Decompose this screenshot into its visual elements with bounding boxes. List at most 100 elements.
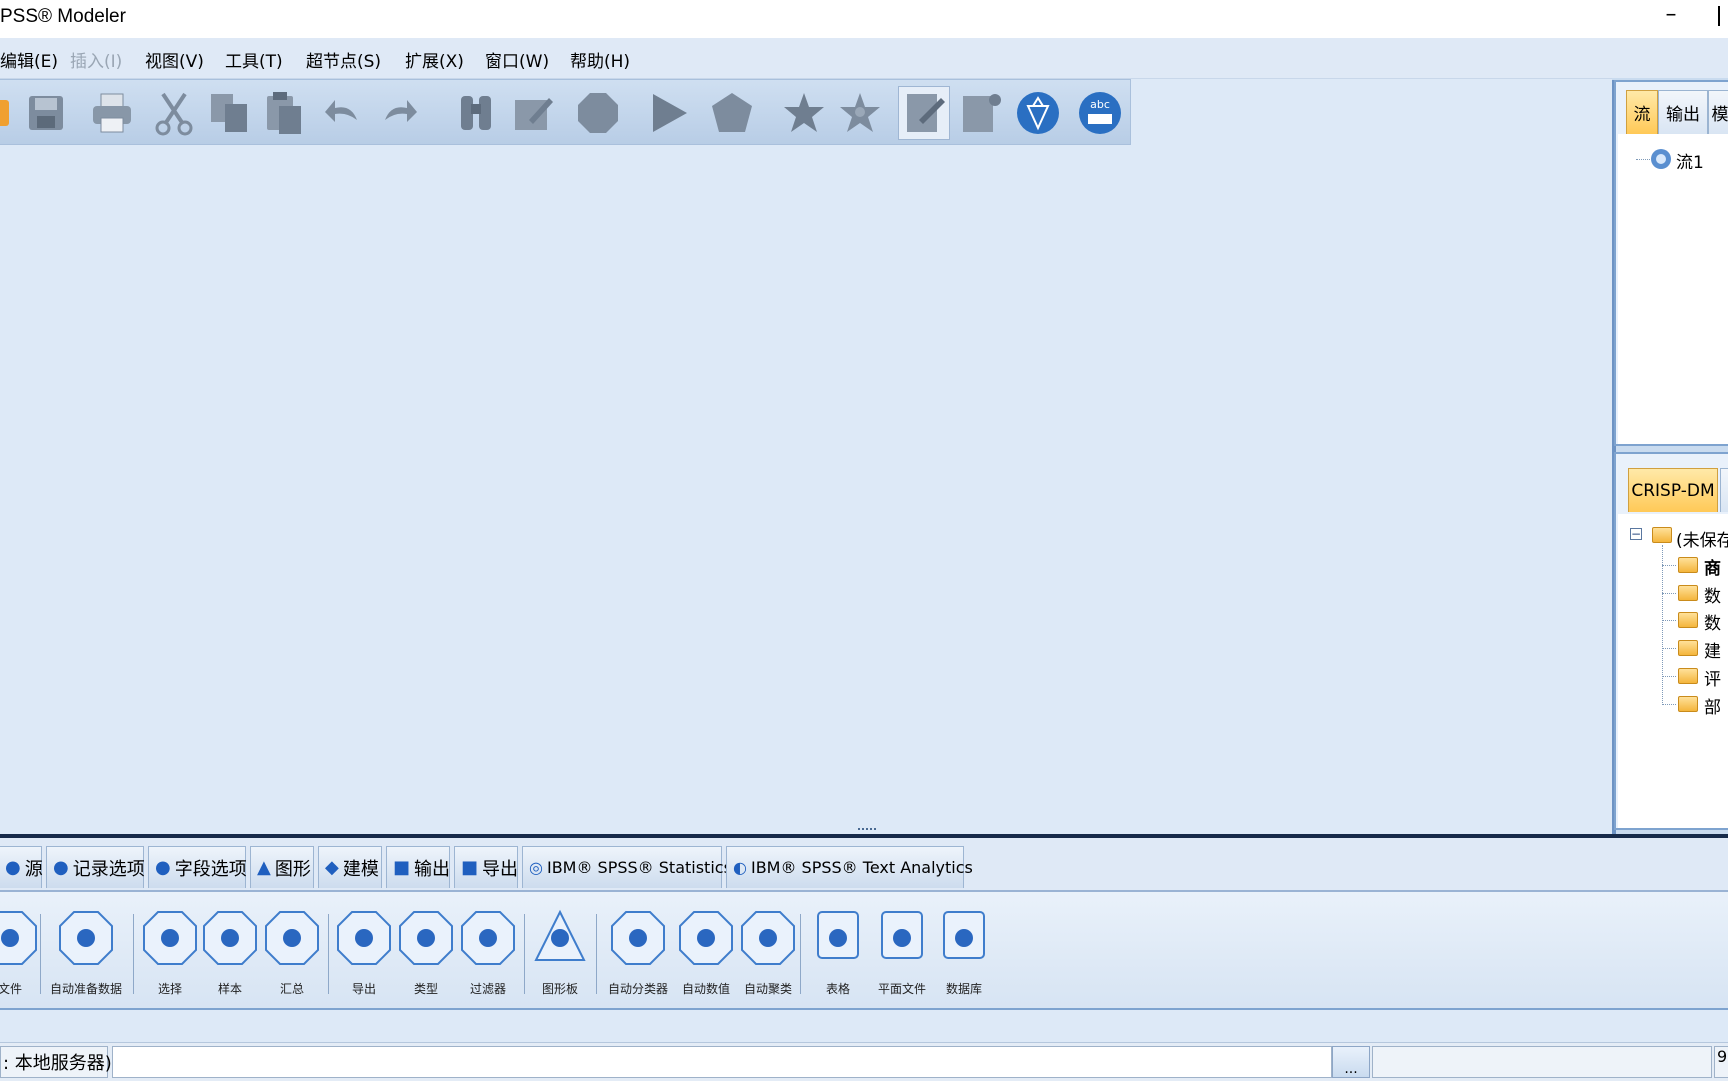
palette-node-label: 平面文件	[877, 982, 927, 996]
minimize-button[interactable]: –	[1656, 2, 1686, 27]
tab-streams[interactable]: 流	[1626, 90, 1658, 134]
main-toolbar: abc	[0, 79, 1131, 145]
project-root[interactable]: (未保存	[1676, 526, 1728, 551]
window-title: PSS® Modeler	[0, 6, 126, 27]
find-button[interactable]	[450, 86, 502, 140]
run-icon	[653, 94, 687, 132]
palette-node-8[interactable]	[458, 908, 518, 968]
folder-modeling[interactable]: 建	[1704, 637, 1721, 662]
palette-node-2[interactable]	[56, 908, 116, 968]
palette-node-6[interactable]	[334, 908, 394, 968]
tab-graphs[interactable]: ▲ 图形	[250, 846, 314, 888]
collapse-toggle[interactable]: −	[1630, 528, 1642, 540]
new-comment-button[interactable]	[954, 86, 1006, 140]
annotation-icon	[907, 94, 945, 132]
undo-button[interactable]	[318, 86, 370, 140]
save-icon	[29, 96, 63, 130]
database-icon	[943, 911, 985, 959]
menu-insert[interactable]: 插入(I)	[70, 47, 122, 72]
find-icon	[461, 96, 491, 130]
server-status[interactable]: : 本地服务器)	[0, 1046, 112, 1078]
memory-indicator: 9	[1714, 1046, 1728, 1078]
palette-node-label: 自动数值	[681, 982, 731, 996]
tab-field-ops[interactable]: ● 字段选项	[148, 846, 247, 888]
stream-canvas[interactable]	[0, 145, 1612, 830]
stream-item[interactable]: 流1	[1676, 148, 1704, 173]
palette-node-label: 数据库	[945, 982, 983, 996]
favorite-add-button[interactable]	[834, 86, 886, 140]
palette-node-12[interactable]	[738, 908, 798, 968]
tab-record-ops[interactable]: ● 记录选项	[46, 846, 145, 888]
palette-node-1[interactable]	[0, 908, 40, 968]
spellcheck-button[interactable]: abc	[1074, 86, 1126, 140]
favorite-button[interactable]	[778, 86, 830, 140]
palette-separator	[40, 914, 41, 994]
copy-button[interactable]	[204, 86, 256, 140]
palette-separator	[328, 914, 329, 994]
palette-node-label: 类型	[413, 982, 439, 996]
tab-export[interactable]: ■ 导出	[454, 846, 518, 888]
filter-icon	[461, 911, 515, 965]
run-button[interactable]	[642, 86, 694, 140]
status-field	[1372, 1046, 1712, 1078]
menu-view[interactable]: 视图(V)	[145, 47, 204, 72]
auto-cluster-icon	[741, 911, 795, 965]
stop-button[interactable]	[572, 86, 624, 140]
model-button[interactable]	[1012, 86, 1064, 140]
palette-separator	[800, 914, 801, 994]
open-icon	[0, 100, 9, 126]
palette-node-4[interactable]	[200, 908, 260, 968]
palette-node-7[interactable]	[396, 908, 456, 968]
supernode-button[interactable]	[706, 86, 758, 140]
status-more-button[interactable]: ...	[1332, 1046, 1370, 1078]
palette-node-label: 图形板	[541, 982, 579, 996]
tab-models[interactable]: 模	[1708, 90, 1728, 134]
menu-edit[interactable]: 编辑(E)	[0, 47, 58, 72]
palette-node-13[interactable]	[808, 908, 868, 968]
palette-node-9[interactable]	[530, 908, 590, 968]
palette-node-14[interactable]	[872, 908, 932, 968]
folder-evaluation[interactable]: 评	[1704, 665, 1721, 690]
redo-button[interactable]	[372, 86, 424, 140]
palette-separator	[596, 914, 597, 994]
palette-node-10[interactable]	[608, 908, 668, 968]
menu-supernode[interactable]: 超节点(S)	[306, 47, 381, 72]
spellcheck-icon: abc	[1079, 92, 1121, 134]
paste-button[interactable]	[258, 86, 310, 140]
edit-icon	[515, 98, 553, 130]
print-button[interactable]	[86, 86, 138, 140]
tab-text-analytics[interactable]: ◐ IBM® SPSS® Text Analytics	[726, 846, 973, 888]
menu-window[interactable]: 窗口(W)	[485, 47, 549, 72]
flat-file-icon	[881, 911, 923, 959]
palette-node-3[interactable]	[140, 908, 200, 968]
folder-icon	[1678, 557, 1698, 573]
menu-extensions[interactable]: 扩展(X)	[405, 47, 464, 72]
paste-icon	[267, 92, 301, 134]
palette-node-15[interactable]	[934, 908, 994, 968]
folder-data-understanding[interactable]: 数	[1704, 582, 1721, 607]
palette-node-label: 自动聚类	[743, 982, 793, 996]
tab-crisp-dm[interactable]: CRISP-DM	[1628, 468, 1718, 512]
menu-tools[interactable]: 工具(T)	[225, 47, 283, 72]
maximize-button[interactable]	[1718, 6, 1728, 26]
palette-node-11[interactable]	[676, 908, 736, 968]
tab-output[interactable]: ■ 输出	[386, 846, 450, 888]
tab-modeling[interactable]: ◆ 建模	[318, 846, 382, 888]
cut-button[interactable]	[148, 86, 200, 140]
folder-icon	[1678, 585, 1698, 601]
palette-node-5[interactable]	[262, 908, 322, 968]
tab-spss-statistics[interactable]: ◎ IBM® SPSS® Statistics	[522, 846, 732, 888]
cut-icon	[155, 92, 193, 136]
tab-classes[interactable]	[1720, 468, 1728, 512]
menu-help[interactable]: 帮助(H)	[570, 47, 630, 72]
tab-sources[interactable]: ● 源	[0, 846, 43, 888]
folder-business[interactable]: 商	[1704, 554, 1721, 579]
menu-bar: 编辑(E) 插入(I) 视图(V) 工具(T) 超节点(S) 扩展(X) 窗口(…	[0, 38, 1728, 79]
annotation-button[interactable]	[898, 86, 950, 140]
tab-outputs[interactable]: 输出	[1658, 90, 1708, 134]
save-button[interactable]	[20, 86, 72, 140]
auto-data-prep-icon	[59, 911, 113, 965]
folder-deployment[interactable]: 部	[1704, 693, 1721, 718]
folder-data-preparation[interactable]: 数	[1704, 609, 1721, 634]
edit-button[interactable]	[506, 86, 558, 140]
